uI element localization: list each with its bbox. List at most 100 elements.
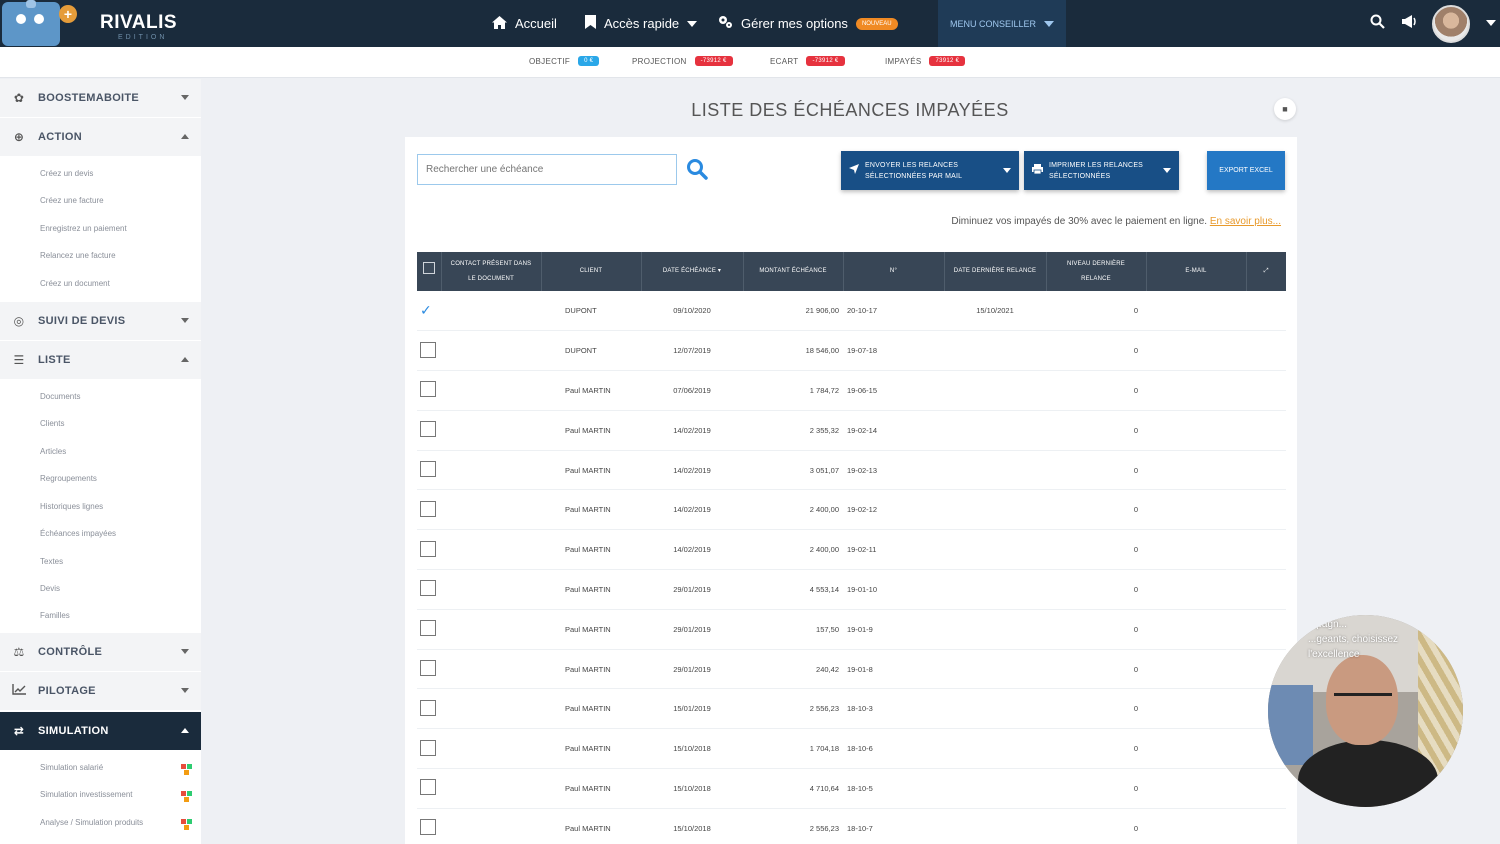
print-reminders-button[interactable]: IMPRIMER LES RELANCES SÉLECTIONNÉES	[1024, 151, 1179, 190]
chevron-down-icon[interactable]	[1163, 168, 1171, 173]
cell-client[interactable]: DUPONT	[541, 291, 641, 332]
sidebar-section-controle[interactable]: ⚖ CONTRÔLE	[0, 633, 201, 671]
row-checkbox[interactable]	[420, 461, 436, 478]
expand-icon[interactable]: ⤢	[1264, 268, 1269, 274]
export-excel-button[interactable]: EXPORT EXCEL	[1207, 151, 1285, 190]
table-row[interactable]: DUPONT 12/07/2019 18 546,00 19-07-18 0	[417, 330, 1286, 372]
cell-numero[interactable]: 19-01-8	[843, 649, 944, 690]
row-checkbox[interactable]	[420, 819, 436, 836]
sidebar-section-pilotage[interactable]: PILOTAGE	[0, 672, 201, 710]
cell-select[interactable]	[417, 649, 441, 690]
sidebar-section-liste[interactable]: ☰ LISTE	[0, 341, 201, 379]
cell-client[interactable]: Paul MARTIN	[541, 569, 641, 610]
bookmark-page-button[interactable]: ■	[1274, 98, 1296, 120]
row-checkbox[interactable]	[420, 500, 436, 517]
cell-numero[interactable]: 18-10-5	[843, 768, 944, 809]
table-row[interactable]: Paul MARTIN 29/01/2019 4 553,14 19-01-10 0	[417, 569, 1286, 610]
sidebar-item-analyse-simulation-produits[interactable]: Analyse / Simulation produits	[40, 818, 143, 827]
chevron-down-icon[interactable]	[1003, 168, 1011, 173]
cell-client[interactable]: Paul MARTIN	[541, 688, 641, 730]
promo-link[interactable]: En savoir plus...	[1210, 216, 1281, 227]
cell-numero[interactable]: 19-02-13	[843, 450, 944, 491]
cell-numero[interactable]: 18-10-6	[843, 728, 944, 770]
user-avatar[interactable]	[1432, 5, 1470, 43]
cell-numero[interactable]: 18-10-7	[843, 808, 944, 844]
sidebar-item-relancez-facture[interactable]: Relancez une facture	[40, 251, 116, 260]
header-date-echeance[interactable]: DATE ÉCHÉANCE ▾	[641, 252, 744, 291]
sidebar-item-creez-devis[interactable]: Créez un devis	[40, 169, 93, 178]
cell-select[interactable]	[417, 808, 441, 844]
header-client[interactable]: CLIENT	[541, 252, 642, 291]
header-tools[interactable]: ⤢	[1246, 252, 1286, 291]
cell-select[interactable]	[417, 728, 441, 770]
header-date-derniere-relance[interactable]: DATE DERNIÈRE RELANCE	[944, 252, 1047, 291]
table-row[interactable]: Paul MARTIN 14/02/2019 2 355,32 19-02-14 0	[417, 410, 1286, 451]
row-checkbox[interactable]	[420, 660, 436, 677]
cell-client[interactable]: DUPONT	[541, 330, 641, 372]
sidebar-item-devis[interactable]: Devis	[40, 584, 60, 593]
cell-numero[interactable]: 19-01-9	[843, 609, 944, 650]
plus-icon[interactable]: +	[59, 5, 77, 23]
cell-client[interactable]: Paul MARTIN	[541, 768, 641, 809]
sidebar-item-simulation-salarie[interactable]: Simulation salarié	[40, 763, 103, 772]
sidebar-section-simulation[interactable]: ⇄ SIMULATION	[0, 712, 201, 750]
cell-select[interactable]	[417, 768, 441, 809]
nav-acces-rapide[interactable]: Accès rapide	[585, 0, 698, 47]
sidebar-section-boostemaboite[interactable]: ✿ BOOSTEMABOITE	[0, 79, 201, 117]
row-checkbox[interactable]	[420, 341, 436, 358]
sidebar-item-creez-document[interactable]: Créez un document	[40, 279, 110, 288]
cell-select[interactable]	[417, 688, 441, 730]
table-row[interactable]: Paul MARTIN 15/10/2018 2 556,23 18-10-7 0	[417, 808, 1286, 844]
cell-numero[interactable]: 19-06-15	[843, 370, 944, 411]
header-email[interactable]: E-MAIL	[1146, 252, 1247, 291]
cell-client[interactable]: Paul MARTIN	[541, 489, 641, 531]
logo[interactable]: + RIVALIS EDITION	[0, 0, 200, 47]
select-all-checkbox[interactable]	[422, 262, 435, 274]
row-checkbox[interactable]	[420, 779, 436, 796]
sidebar-section-action[interactable]: ⊕ ACTION	[0, 118, 201, 156]
nav-gerer-options[interactable]: Gérer mes options NOUVEAU	[718, 0, 898, 47]
sidebar-item-enregistrez-paiement[interactable]: Enregistrez un paiement	[40, 224, 127, 233]
search-icon[interactable]	[686, 158, 708, 180]
cell-client[interactable]: Paul MARTIN	[541, 649, 641, 690]
cell-numero[interactable]: 19-07-18	[843, 330, 944, 372]
cell-numero[interactable]: 20-10-17	[843, 291, 944, 332]
cell-client[interactable]: Paul MARTIN	[541, 529, 641, 571]
cell-numero[interactable]: 19-02-14	[843, 410, 944, 451]
cell-numero[interactable]: 18-10-3	[843, 688, 944, 730]
cell-select[interactable]	[417, 609, 441, 650]
sidebar-section-suivi-devis[interactable]: ◎ SUIVI DE DEVIS	[0, 302, 201, 340]
table-row[interactable]: Paul MARTIN 14/02/2019 2 400,00 19-02-11 0	[417, 529, 1286, 571]
row-checkbox[interactable]	[420, 699, 436, 716]
header-niveau[interactable]: NIVEAU DERNIÈRE RELANCE	[1046, 252, 1147, 291]
table-row[interactable]: ✓ DUPONT 09/10/2020 21 906,00 20-10-17 15/10/…	[417, 291, 1286, 332]
cell-client[interactable]: Paul MARTIN	[541, 728, 641, 770]
sidebar-item-articles[interactable]: Articles	[40, 447, 66, 456]
checkmark-icon[interactable]: ✓	[420, 302, 432, 318]
sidebar-item-familles[interactable]: Familles	[40, 611, 70, 620]
sidebar-item-historiques-lignes[interactable]: Historiques lignes	[40, 502, 103, 511]
row-checkbox[interactable]	[420, 620, 436, 637]
sidebar-item-documents[interactable]: Documents	[40, 392, 80, 401]
cell-client[interactable]: Paul MARTIN	[541, 609, 641, 650]
cell-select[interactable]	[417, 410, 441, 451]
cell-client[interactable]: Paul MARTIN	[541, 410, 641, 451]
header-contact[interactable]: CONTACT PRÉSENT DANS LE DOCUMENT	[441, 252, 542, 291]
header-montant[interactable]: MONTANT ÉCHÉANCE	[743, 252, 844, 291]
sidebar-item-simulation-investissement[interactable]: Simulation investissement	[40, 790, 132, 799]
cell-select[interactable]	[417, 489, 441, 531]
row-checkbox[interactable]	[420, 580, 436, 597]
chevron-down-icon[interactable]	[1486, 20, 1496, 26]
row-checkbox[interactable]	[420, 381, 436, 398]
cell-client[interactable]: Paul MARTIN	[541, 370, 641, 411]
menu-conseiller-button[interactable]: MENU CONSEILLER	[938, 0, 1066, 47]
cell-select[interactable]	[417, 370, 441, 411]
table-row[interactable]: Paul MARTIN 29/01/2019 240,42 19-01-8 0	[417, 649, 1286, 690]
cell-client[interactable]: Paul MARTIN	[541, 808, 641, 844]
header-numero[interactable]: N°	[843, 252, 945, 291]
table-row[interactable]: Paul MARTIN 15/10/2018 4 710,64 18-10-5 0	[417, 768, 1286, 809]
header-select-all[interactable]	[417, 252, 442, 291]
cell-select[interactable]	[417, 450, 441, 491]
send-reminders-mail-button[interactable]: ENVOYER LES RELANCES SÉLECTIONNÉES PAR M…	[841, 151, 1019, 190]
cell-select[interactable]: ✓	[417, 291, 441, 332]
